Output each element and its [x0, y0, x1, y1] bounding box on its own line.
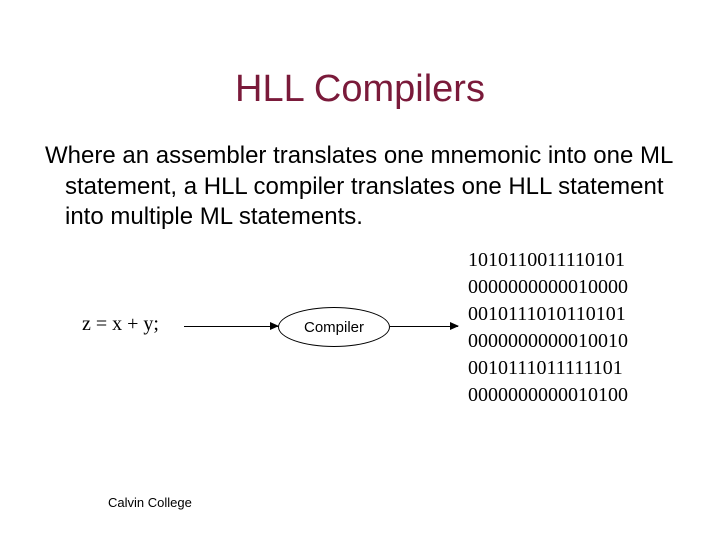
ml-output: 1010110011110101 0000000000010000 001011…: [468, 247, 628, 409]
arrow-left: [184, 326, 278, 327]
arrowhead-right: [450, 322, 459, 330]
ml-line: 0000000000010010: [468, 328, 628, 355]
footer-attribution: Calvin College: [108, 495, 192, 510]
ml-line: 0000000000010000: [468, 274, 628, 301]
slide-body: Where an assembler translates one mnemon…: [20, 111, 720, 233]
ml-line: 0000000000010100: [468, 382, 628, 409]
ml-line: 0010111011111101: [468, 355, 628, 382]
compiler-node: Compiler: [278, 307, 390, 347]
compiler-label: Compiler: [304, 319, 364, 336]
ml-line: 1010110011110101: [468, 247, 628, 274]
source-code: z = x + y;: [82, 313, 159, 336]
slide-title: HLL Compilers: [0, 0, 720, 111]
ml-line: 0010111010110101: [468, 301, 628, 328]
arrow-right: [390, 326, 458, 327]
compiler-diagram: z = x + y; Compiler 1010110011110101 000…: [0, 251, 720, 461]
